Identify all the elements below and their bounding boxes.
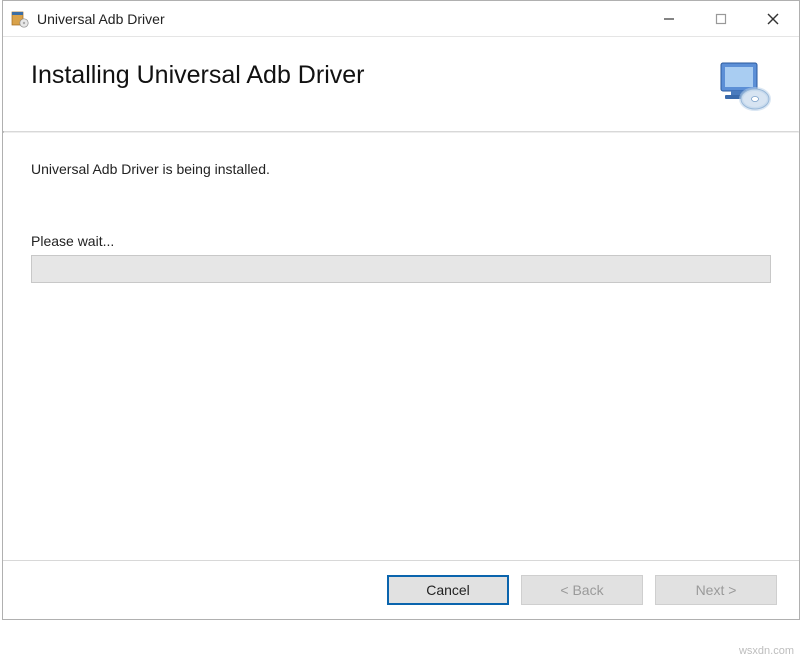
wait-text: Please wait... bbox=[31, 233, 771, 249]
window-controls bbox=[643, 1, 799, 36]
installer-window: Universal Adb Driver Installing Universa… bbox=[2, 0, 800, 620]
close-button[interactable] bbox=[747, 1, 799, 36]
computer-disc-icon bbox=[717, 61, 771, 111]
header: Installing Universal Adb Driver bbox=[3, 37, 799, 131]
content-area: Universal Adb Driver is being installed.… bbox=[3, 133, 799, 283]
status-text: Universal Adb Driver is being installed. bbox=[31, 161, 771, 177]
titlebar: Universal Adb Driver bbox=[3, 1, 799, 37]
maximize-button[interactable] bbox=[695, 1, 747, 36]
watermark: wsxdn.com bbox=[739, 645, 794, 657]
minimize-button[interactable] bbox=[643, 1, 695, 36]
next-button: Next > bbox=[655, 575, 777, 605]
page-title: Installing Universal Adb Driver bbox=[31, 61, 364, 90]
cancel-button[interactable]: Cancel bbox=[387, 575, 509, 605]
back-button: < Back bbox=[521, 575, 643, 605]
progress-bar bbox=[31, 255, 771, 283]
footer: Cancel < Back Next > bbox=[3, 560, 799, 619]
window-title: Universal Adb Driver bbox=[37, 11, 643, 27]
installer-icon bbox=[11, 10, 29, 28]
